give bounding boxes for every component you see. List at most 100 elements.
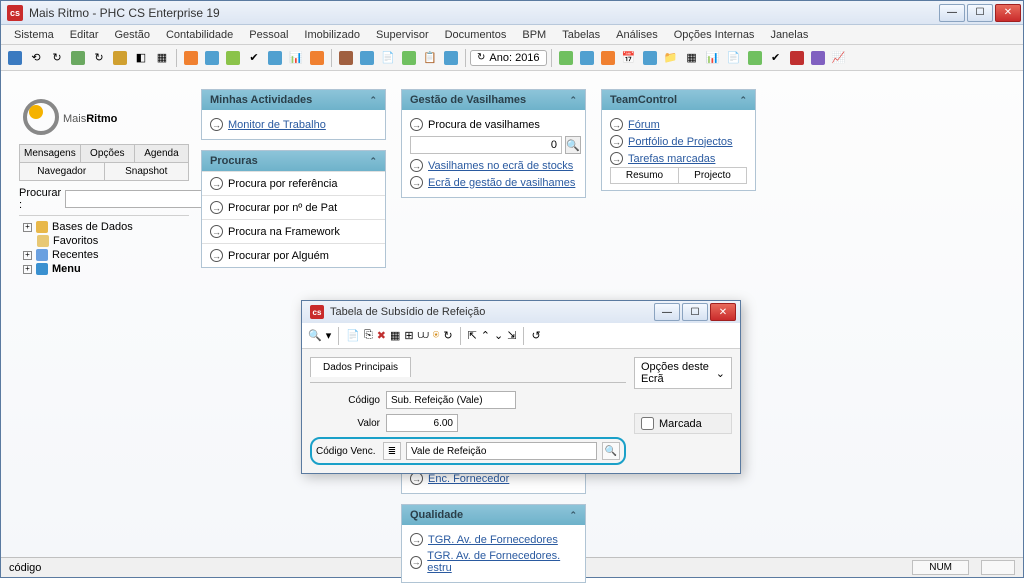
- list-icon[interactable]: ≣: [383, 442, 401, 460]
- collapse-icon[interactable]: ⌃: [369, 156, 377, 167]
- toolbar-btn-34[interactable]: [808, 48, 828, 68]
- link-vasilhames-stocks[interactable]: Vasilhames no ecrã de stocks: [428, 160, 573, 172]
- toolbar-btn-17[interactable]: [357, 48, 377, 68]
- toolbar-btn-32[interactable]: ✔: [766, 48, 786, 68]
- link-portfolio-projectos[interactable]: Portfólio de Projectos: [628, 136, 733, 148]
- minimize-button[interactable]: —: [939, 4, 965, 22]
- tree-item-recentes[interactable]: +Recentes: [19, 248, 189, 262]
- refresh-icon[interactable]: ↻: [443, 329, 452, 342]
- toolbar-btn-21[interactable]: [441, 48, 461, 68]
- link-enc-fornecedor2[interactable]: Enc. Fornecedor: [428, 473, 509, 485]
- table-icon[interactable]: ⊞: [404, 329, 413, 342]
- toolbar-btn-18[interactable]: 📄: [378, 48, 398, 68]
- toolbar-btn-10[interactable]: [202, 48, 222, 68]
- link-monitor-trabalho[interactable]: Monitor de Trabalho: [228, 119, 326, 131]
- copy-icon[interactable]: ⎘: [364, 329, 373, 342]
- marcada-checkbox[interactable]: [641, 417, 654, 430]
- col-projecto[interactable]: Projecto: [679, 168, 746, 183]
- menu-editar[interactable]: Editar: [63, 27, 106, 43]
- toolbar-btn-4[interactable]: [68, 48, 88, 68]
- tree-item-favoritos[interactable]: Favoritos: [19, 234, 189, 248]
- vasilhames-search-btn[interactable]: 🔍: [565, 136, 581, 154]
- menu-supervisor[interactable]: Supervisor: [369, 27, 436, 43]
- toolbar-btn-26[interactable]: [640, 48, 660, 68]
- tree-icon[interactable]: ⩊: [418, 329, 429, 342]
- procura-row-2[interactable]: →Procurar por nº de Pat: [202, 195, 385, 219]
- menu-bpm[interactable]: BPM: [515, 27, 553, 43]
- toolbar-btn-23[interactable]: [577, 48, 597, 68]
- modal-maximize-button[interactable]: ☐: [682, 303, 708, 321]
- toolbar-btn-20[interactable]: 📋: [420, 48, 440, 68]
- opcoes-ecra-dropdown[interactable]: Opções deste Ecrã⌄: [634, 357, 732, 389]
- toolbar-btn-35[interactable]: 📈: [829, 48, 849, 68]
- menu-opcoes-internas[interactable]: Opções Internas: [667, 27, 762, 43]
- tab-dados-principais[interactable]: Dados Principais: [310, 357, 411, 377]
- menu-contabilidade[interactable]: Contabilidade: [159, 27, 240, 43]
- new-icon[interactable]: 📄: [346, 329, 360, 342]
- search-venc-icon[interactable]: 🔍: [602, 442, 620, 460]
- star-icon[interactable]: ⍟: [433, 329, 440, 342]
- reload-icon[interactable]: ↺: [531, 329, 540, 342]
- tree-item-bases[interactable]: +Bases de Dados: [19, 220, 189, 234]
- menu-documentos[interactable]: Documentos: [438, 27, 514, 43]
- last-icon[interactable]: ⇲: [507, 329, 516, 342]
- search-input[interactable]: [65, 190, 215, 208]
- procura-row-3[interactable]: →Procura na Framework: [202, 219, 385, 243]
- tab-opcoes[interactable]: Opções: [81, 145, 135, 162]
- maximize-button[interactable]: ☐: [967, 4, 993, 22]
- toolbar-btn-8[interactable]: ▦: [152, 48, 172, 68]
- valor-input[interactable]: [386, 414, 458, 432]
- vasilhames-input[interactable]: [410, 136, 562, 154]
- collapse-icon[interactable]: ⌃: [369, 95, 377, 106]
- modal-minimize-button[interactable]: —: [654, 303, 680, 321]
- prev-icon[interactable]: ⌃: [481, 329, 490, 342]
- codigo-venc-input[interactable]: [406, 442, 597, 460]
- codigo-input[interactable]: [386, 391, 516, 409]
- tab-navegador[interactable]: Navegador: [20, 163, 105, 180]
- close-button[interactable]: ✕: [995, 4, 1021, 22]
- toolbar-btn-29[interactable]: 📊: [703, 48, 723, 68]
- toolbar-btn-7[interactable]: ◧: [131, 48, 151, 68]
- toolbar-btn-27[interactable]: 📁: [661, 48, 681, 68]
- year-selector[interactable]: ↻ Ano: 2016: [470, 50, 547, 66]
- toolbar-btn-28[interactable]: ▦: [682, 48, 702, 68]
- menu-analises[interactable]: Análises: [609, 27, 665, 43]
- toolbar-btn-1[interactable]: [5, 48, 25, 68]
- toolbar-btn-13[interactable]: [265, 48, 285, 68]
- menu-gestao[interactable]: Gestão: [108, 27, 157, 43]
- toolbar-btn-31[interactable]: [745, 48, 765, 68]
- link-tgr-av-fornecedores[interactable]: TGR. Av. de Fornecedores: [428, 534, 558, 546]
- menu-tabelas[interactable]: Tabelas: [555, 27, 607, 43]
- toolbar-btn-19[interactable]: [399, 48, 419, 68]
- menu-sistema[interactable]: Sistema: [7, 27, 61, 43]
- link-tarefas-marcadas[interactable]: Tarefas marcadas: [628, 153, 715, 165]
- dropdown-icon[interactable]: ▾: [326, 329, 332, 342]
- toolbar-btn-9[interactable]: [181, 48, 201, 68]
- menu-imobilizado[interactable]: Imobilizado: [297, 27, 367, 43]
- link-tgr-av-fornecedores-estru[interactable]: TGR. Av. de Fornecedores. estru: [427, 550, 577, 574]
- first-icon[interactable]: ⇱: [468, 329, 477, 342]
- collapse-icon[interactable]: ⌃: [569, 510, 577, 521]
- toolbar-btn-33[interactable]: [787, 48, 807, 68]
- toolbar-btn-15[interactable]: [307, 48, 327, 68]
- search-icon[interactable]: 🔍: [308, 329, 322, 342]
- toolbar-btn-6[interactable]: [110, 48, 130, 68]
- collapse-icon[interactable]: ⌃: [569, 95, 577, 106]
- link-ecra-gestao-vasilhames[interactable]: Ecrã de gestão de vasilhames: [428, 177, 575, 189]
- procura-row-4[interactable]: →Procurar por Alguém: [202, 243, 385, 267]
- modal-close-button[interactable]: ✕: [710, 303, 736, 321]
- toolbar-btn-22[interactable]: [556, 48, 576, 68]
- tree-item-menu[interactable]: +Menu: [19, 262, 189, 276]
- menu-pessoal[interactable]: Pessoal: [242, 27, 295, 43]
- grid-icon[interactable]: ▦: [390, 329, 400, 342]
- toolbar-btn-16[interactable]: [336, 48, 356, 68]
- toolbar-btn-3[interactable]: ↻: [47, 48, 67, 68]
- toolbar-btn-30[interactable]: 📄: [724, 48, 744, 68]
- toolbar-btn-11[interactable]: [223, 48, 243, 68]
- procura-row-1[interactable]: →Procura por referência: [202, 171, 385, 195]
- tab-snapshot[interactable]: Snapshot: [105, 163, 189, 180]
- toolbar-btn-12[interactable]: ✔: [244, 48, 264, 68]
- toolbar-btn-25[interactable]: 📅: [619, 48, 639, 68]
- collapse-icon[interactable]: ⌃: [739, 95, 747, 106]
- col-resumo[interactable]: Resumo: [611, 168, 679, 183]
